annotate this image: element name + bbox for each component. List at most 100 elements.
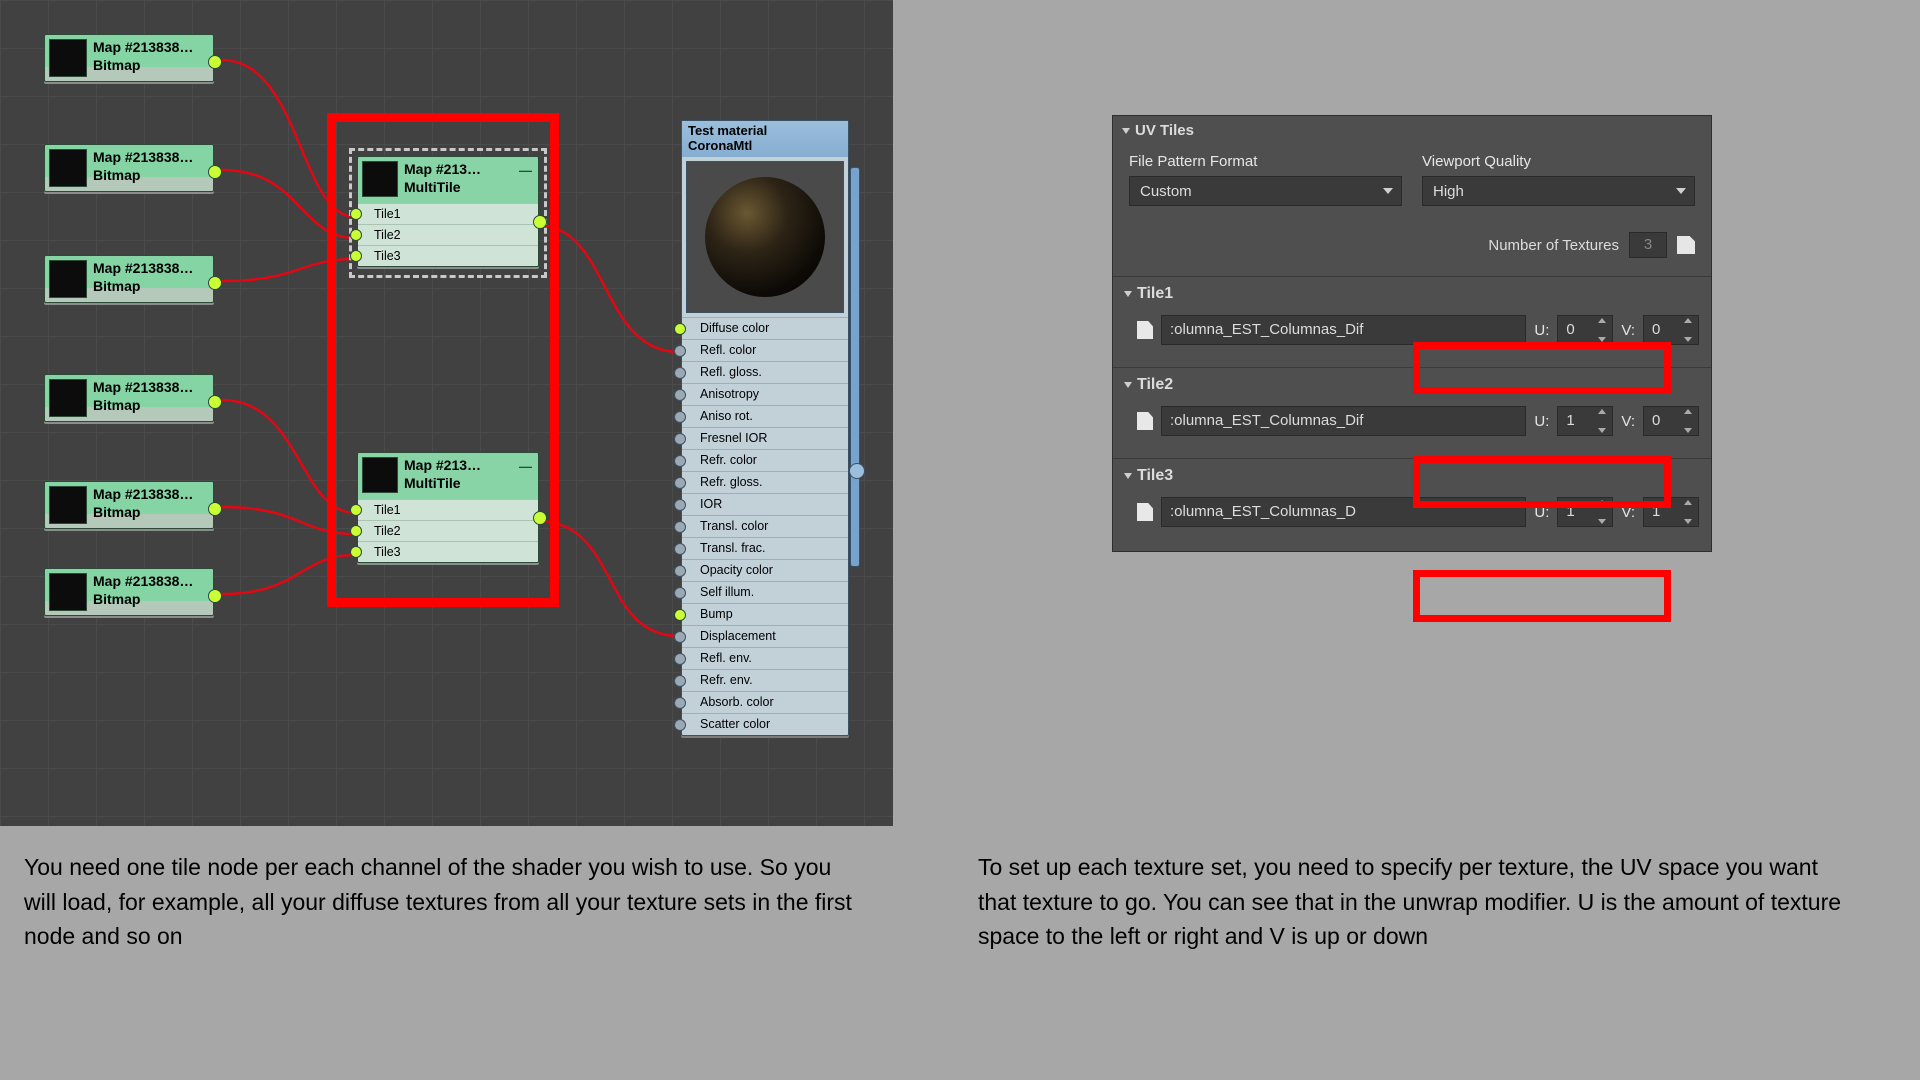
u-spinner[interactable]: 1: [1557, 406, 1613, 436]
input-port[interactable]: [350, 525, 362, 537]
slot-bump[interactable]: Bump: [682, 603, 848, 625]
input-port[interactable]: [674, 477, 686, 489]
spinner-up-icon[interactable]: [1598, 500, 1606, 505]
node-bitmap-1[interactable]: Map #213838… Bitmap: [44, 34, 214, 82]
input-port[interactable]: [674, 543, 686, 555]
slot-transl-frac[interactable]: Transl. frac.: [682, 537, 848, 559]
slot-refl-env[interactable]: Refl. env.: [682, 647, 848, 669]
u-spinner[interactable]: 1: [1557, 497, 1613, 527]
spinner-down-icon[interactable]: [1598, 428, 1606, 433]
input-port[interactable]: [674, 675, 686, 687]
node-material-output[interactable]: Test material CoronaMtl Diffuse color Re…: [681, 120, 849, 736]
tile-filename[interactable]: :olumna_EST_Columnas_D: [1161, 497, 1526, 527]
slot-fresnel-ior[interactable]: Fresnel IOR: [682, 427, 848, 449]
input-slot-tile2[interactable]: Tile2: [358, 520, 538, 541]
slot-aniso-rot[interactable]: Aniso rot.: [682, 405, 848, 427]
input-port[interactable]: [350, 250, 362, 262]
spinner-up-icon[interactable]: [1598, 409, 1606, 414]
input-port[interactable]: [674, 653, 686, 665]
output-port[interactable]: [208, 395, 222, 409]
node-multitile-1[interactable]: Map #213… MultiTile — Tile1 Tile2 Tile3: [357, 156, 539, 267]
output-port[interactable]: [208, 502, 222, 516]
collapse-icon[interactable]: —: [519, 459, 532, 474]
slot-anisotropy[interactable]: Anisotropy: [682, 383, 848, 405]
tile-header[interactable]: Tile1: [1113, 277, 1711, 311]
input-port[interactable]: [674, 631, 686, 643]
input-port[interactable]: [350, 229, 362, 241]
v-spinner[interactable]: 0: [1643, 406, 1699, 436]
output-port[interactable]: [208, 165, 222, 179]
slot-ior[interactable]: IOR: [682, 493, 848, 515]
slot-opacity-color[interactable]: Opacity color: [682, 559, 848, 581]
input-slot-tile3[interactable]: Tile3: [358, 541, 538, 562]
input-slot-tile1[interactable]: Tile1: [358, 499, 538, 520]
input-slot-tile3[interactable]: Tile3: [358, 245, 538, 266]
spinner-down-icon[interactable]: [1598, 519, 1606, 524]
file-icon[interactable]: [1137, 412, 1153, 430]
num-textures-value[interactable]: 3: [1629, 232, 1667, 258]
side-handle[interactable]: [850, 167, 860, 567]
slot-transl-color[interactable]: Transl. color: [682, 515, 848, 537]
node-multitile-2[interactable]: Map #213… MultiTile — Tile1 Tile2 Tile3: [357, 452, 539, 563]
output-port[interactable]: [533, 215, 547, 229]
slot-refr-env[interactable]: Refr. env.: [682, 669, 848, 691]
input-port[interactable]: [674, 367, 686, 379]
node-bitmap-2[interactable]: Map #213838… Bitmap: [44, 144, 214, 192]
spinner-up-icon[interactable]: [1684, 409, 1692, 414]
spinner-up-icon[interactable]: [1598, 318, 1606, 323]
uv-tiles-panel[interactable]: UV Tiles File Pattern Format Custom View…: [1112, 115, 1712, 552]
node-bitmap-4[interactable]: Map #213838… Bitmap: [44, 374, 214, 422]
rollout-header[interactable]: UV Tiles: [1113, 116, 1711, 145]
output-port[interactable]: [208, 55, 222, 69]
file-pattern-select[interactable]: Custom: [1129, 176, 1402, 206]
input-port[interactable]: [674, 455, 686, 467]
spinner-down-icon[interactable]: [1684, 519, 1692, 524]
slot-refr-color[interactable]: Refr. color: [682, 449, 848, 471]
spinner-up-icon[interactable]: [1684, 318, 1692, 323]
input-port[interactable]: [674, 323, 686, 335]
slot-diffuse-color[interactable]: Diffuse color: [682, 317, 848, 339]
input-port[interactable]: [674, 565, 686, 577]
input-port[interactable]: [674, 499, 686, 511]
node-bitmap-5[interactable]: Map #213838… Bitmap: [44, 481, 214, 529]
slot-refl-gloss[interactable]: Refl. gloss.: [682, 361, 848, 383]
input-slot-tile1[interactable]: Tile1: [358, 203, 538, 224]
file-icon[interactable]: [1137, 503, 1153, 521]
u-spinner[interactable]: 0: [1557, 315, 1613, 345]
file-icon[interactable]: [1137, 321, 1153, 339]
slot-refl-color[interactable]: Refl. color: [682, 339, 848, 361]
input-port[interactable]: [674, 411, 686, 423]
spinner-down-icon[interactable]: [1598, 337, 1606, 342]
v-spinner[interactable]: 1: [1643, 497, 1699, 527]
slot-displacement[interactable]: Displacement: [682, 625, 848, 647]
output-port[interactable]: [208, 589, 222, 603]
input-port[interactable]: [350, 208, 362, 220]
slot-scatter-color[interactable]: Scatter color: [682, 713, 848, 735]
input-port[interactable]: [350, 546, 362, 558]
input-port[interactable]: [674, 389, 686, 401]
spinner-up-icon[interactable]: [1684, 500, 1692, 505]
collapse-icon[interactable]: —: [519, 163, 532, 178]
tile-filename[interactable]: :olumna_EST_Columnas_Dif: [1161, 315, 1526, 345]
input-port[interactable]: [674, 433, 686, 445]
output-port[interactable]: [533, 511, 547, 525]
input-port[interactable]: [674, 587, 686, 599]
output-port[interactable]: [208, 276, 222, 290]
tile-header[interactable]: Tile3: [1113, 459, 1711, 493]
add-texture-icon[interactable]: [1677, 236, 1695, 254]
input-slot-tile2[interactable]: Tile2: [358, 224, 538, 245]
slot-refr-gloss[interactable]: Refr. gloss.: [682, 471, 848, 493]
input-port[interactable]: [674, 609, 686, 621]
node-bitmap-3[interactable]: Map #213838… Bitmap: [44, 255, 214, 303]
tile-header[interactable]: Tile2: [1113, 368, 1711, 402]
slot-absorb-color[interactable]: Absorb. color: [682, 691, 848, 713]
slot-self-illum[interactable]: Self illum.: [682, 581, 848, 603]
viewport-quality-select[interactable]: High: [1422, 176, 1695, 206]
tile-filename[interactable]: :olumna_EST_Columnas_Dif: [1161, 406, 1526, 436]
input-port[interactable]: [674, 521, 686, 533]
v-spinner[interactable]: 0: [1643, 315, 1699, 345]
node-bitmap-6[interactable]: Map #213838… Bitmap: [44, 568, 214, 616]
spinner-down-icon[interactable]: [1684, 428, 1692, 433]
input-port[interactable]: [674, 719, 686, 731]
material-node-graph[interactable]: Map #213838… Bitmap Map #213838… Bitmap …: [0, 0, 893, 826]
